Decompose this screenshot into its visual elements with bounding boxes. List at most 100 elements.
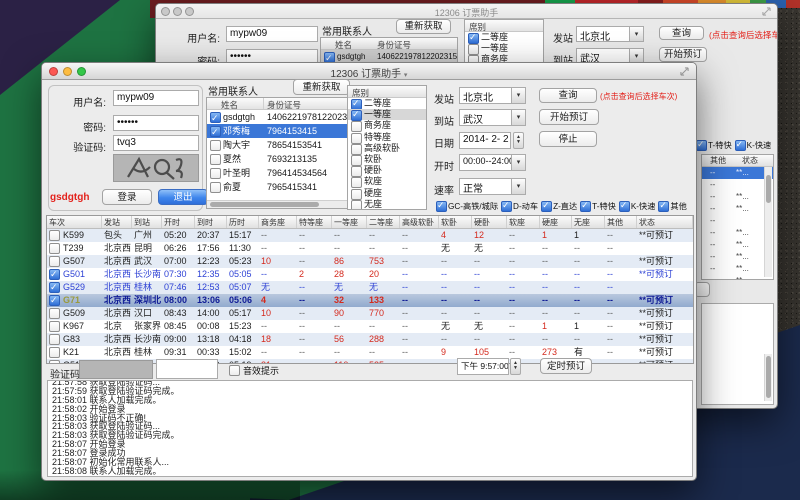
seat-item[interactable]: 一等座 <box>465 43 543 54</box>
column-header[interactable]: 高级软卧 <box>400 216 439 228</box>
query-button[interactable]: 查询 <box>659 26 704 40</box>
column-header[interactable]: 到站 <box>132 216 162 228</box>
table-row[interactable]: G529北京西桂林07:4612:5305:07无--无无-----------… <box>47 281 693 294</box>
chevron-down-icon[interactable]: ▾ <box>511 110 525 125</box>
checkbox-icon[interactable] <box>351 200 362 210</box>
table-row[interactable]: --**... <box>702 263 773 275</box>
login-button[interactable]: 登录 <box>102 189 152 205</box>
table-row[interactable]: K967北京张家界08:4500:0815:23----------无无--11… <box>47 320 693 333</box>
checkbox-icon[interactable] <box>49 360 60 364</box>
train-table[interactable]: 车次发站到站开时到时历时商务座特等座一等座二等座高级软卧软卧硬卧软座硬座无座其他… <box>46 215 694 364</box>
checkbox-icon[interactable] <box>210 126 221 137</box>
checkbox-icon[interactable] <box>210 182 221 193</box>
cell[interactable]: G71 <box>47 294 102 307</box>
column-header[interactable]: 其他 <box>605 216 637 228</box>
rate-select[interactable]: 正常 ▾ <box>459 178 526 195</box>
table-row[interactable]: T239北京西昆明06:2617:5611:30----------无无----… <box>47 242 693 255</box>
checkbox-icon[interactable] <box>735 140 746 151</box>
train-type-checkbox[interactable]: T-特快 <box>696 139 732 151</box>
chevron-down-icon[interactable]: ▾ <box>511 179 525 194</box>
table-row[interactable]: --**... <box>702 167 773 179</box>
table-row[interactable]: --**... <box>702 251 773 263</box>
checkbox-icon[interactable] <box>210 154 221 165</box>
column-header[interactable]: 无座 <box>572 216 605 228</box>
back-log-area[interactable] <box>701 303 774 405</box>
scrollbar[interactable] <box>764 167 772 277</box>
cell[interactable]: K21 <box>47 346 102 359</box>
proxy-caret-icon[interactable]: ▾ <box>404 72 408 79</box>
back-contacts-list[interactable]: 姓名 身份证号 gsdgtgh 140622197812202315 <box>320 37 458 64</box>
back-seat-list[interactable]: 席别 二等座一等座商务座 <box>464 19 544 65</box>
quit-button[interactable]: 退出 <box>158 189 208 205</box>
train-type-checkbox[interactable]: T-特快 <box>580 200 616 212</box>
column-header[interactable]: 到时 <box>195 216 227 228</box>
table-row[interactable]: --**... <box>702 203 773 215</box>
column-header[interactable]: 状态 <box>734 155 758 166</box>
table-row[interactable]: G83北京西长沙南09:0013:1804:1818--56288-------… <box>47 333 693 346</box>
table-row[interactable]: G501北京西长沙南07:3012:3505:05--22820--------… <box>47 268 693 281</box>
order-captcha-image[interactable] <box>79 360 153 379</box>
date-input[interactable]: 2014- 2- 2 <box>459 132 511 149</box>
refresh-contacts-button[interactable]: 重新获取 <box>293 79 350 95</box>
table-row[interactable]: **.. <box>702 275 773 280</box>
scrollbar[interactable] <box>764 354 772 401</box>
cell[interactable]: T239 <box>47 242 102 255</box>
seat-item[interactable]: 无座 <box>348 199 426 210</box>
column-header[interactable]: 发站 <box>102 216 132 228</box>
table-row[interactable]: G509北京西汉口08:4314:0005:1710--90770-------… <box>47 307 693 320</box>
table-row[interactable]: K21北京西桂林09:3100:3315:02----------9105--2… <box>47 346 693 359</box>
captcha-input[interactable]: tvq3 <box>113 135 199 151</box>
checkbox-icon[interactable] <box>49 230 60 241</box>
log-area[interactable]: 21:57:58 获取登陆验证码...21:57:59 获取登陆验证码完成。21… <box>47 380 693 477</box>
checkbox-icon[interactable] <box>580 201 591 212</box>
checkbox-icon[interactable] <box>49 256 60 267</box>
checkbox-icon[interactable] <box>658 201 669 212</box>
cell[interactable]: G83 <box>47 333 102 346</box>
from-station-select[interactable]: 北京北 ▾ <box>576 26 644 42</box>
to-station-select[interactable]: 武汉 ▾ <box>459 109 526 126</box>
cell[interactable]: G529 <box>47 281 102 294</box>
main-window-titlebar[interactable]: 12306 订票助手 ▾ <box>42 63 696 80</box>
stop-button[interactable]: 停止 <box>539 131 597 147</box>
back-mini-table[interactable]: 其他 状态 --**...----**...--**...----**...--… <box>701 154 774 280</box>
main-window[interactable]: 12306 订票助手 ▾ 用户名: mypw09 密码: •••••• 验证码:… <box>41 62 697 481</box>
timer-stepper[interactable]: ▲▼ <box>510 358 521 375</box>
checkbox-icon[interactable] <box>49 347 60 358</box>
query-button[interactable]: 查询 <box>539 88 597 103</box>
table-row[interactable]: G71北京西深圳北08:0013:0605:064--32133--------… <box>47 294 693 307</box>
checkbox-icon[interactable] <box>49 282 60 293</box>
book-button[interactable]: 开始预订 <box>659 47 707 62</box>
checkbox-icon[interactable] <box>619 201 630 212</box>
column-header[interactable]: 其他 <box>702 155 734 166</box>
column-header[interactable]: 硬座 <box>540 216 572 228</box>
captcha-image[interactable] <box>113 154 199 182</box>
sound-checkbox[interactable]: 音效提示 <box>229 364 279 377</box>
cell[interactable]: K599 <box>47 229 102 242</box>
seat-item[interactable]: 二等座 <box>465 32 543 43</box>
column-header[interactable]: 历时 <box>227 216 259 228</box>
seat-item[interactable]: 高级软卧 <box>348 143 426 154</box>
train-type-checkbox[interactable]: GC-高铁/城际 <box>436 200 498 212</box>
column-header[interactable]: 一等座 <box>332 216 367 228</box>
table-row[interactable]: --**... <box>702 191 773 203</box>
cell[interactable]: K967 <box>47 320 102 333</box>
table-row[interactable]: --**... <box>702 227 773 239</box>
seat-item[interactable]: 一等座 <box>348 109 426 120</box>
chevron-down-icon[interactable]: ▾ <box>629 27 643 41</box>
train-type-checkbox[interactable]: 其他 <box>658 200 686 212</box>
date-stepper[interactable]: ▲▼ <box>513 132 524 149</box>
cell[interactable]: G509 <box>47 307 102 320</box>
table-row[interactable]: K599包头广州05:2020:3715:17----------412--11… <box>47 229 693 242</box>
book-button[interactable]: 开始预订 <box>539 109 599 125</box>
table-row[interactable]: -- <box>702 179 773 191</box>
seat-item[interactable]: 商务座 <box>348 120 426 131</box>
column-header[interactable]: 车次 <box>47 216 102 228</box>
depart-time-select[interactable]: 00:00--24:00 ▾ <box>459 154 526 171</box>
seat-item[interactable]: 软座 <box>348 176 426 187</box>
cell[interactable]: G507 <box>47 255 102 268</box>
seat-item[interactable]: 特等座 <box>348 132 426 143</box>
chevron-down-icon[interactable]: ▾ <box>629 49 643 63</box>
password-input[interactable]: •••••• <box>113 115 199 131</box>
column-header[interactable]: 状态 <box>637 216 693 228</box>
chevron-down-icon[interactable]: ▾ <box>511 88 525 103</box>
